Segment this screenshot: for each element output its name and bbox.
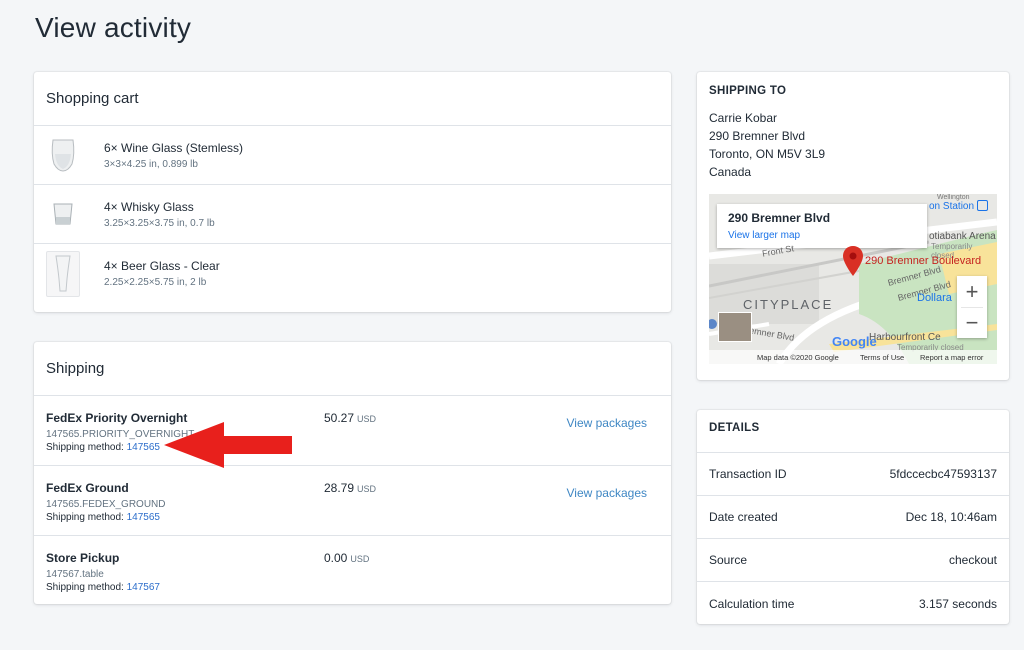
recipient-name: Carrie Kobar: [709, 111, 778, 125]
address-street: 290 Bremner Blvd: [709, 129, 806, 143]
page-title: View activity: [35, 12, 192, 43]
shipping-method-link[interactable]: 147565: [127, 512, 160, 523]
map-label-station: on Station: [929, 201, 975, 212]
detail-label: Source: [709, 553, 748, 567]
location-map[interactable]: 290 Bremner Blvd View larger map on Stat…: [709, 194, 997, 364]
address-country: Canada: [709, 165, 752, 179]
shipping-method-link[interactable]: 147567: [127, 582, 160, 593]
shipping-to-card: SHIPPING TO Carrie Kobar 290 Bremner Blv…: [697, 72, 1009, 380]
cart-item-meta: 3.25×3.25×3.75 in, 0.7 lb: [104, 217, 215, 229]
shipping-price: 50.27 USD: [324, 411, 377, 425]
details-card: DETAILS Transaction ID 5fdccecbc47593137…: [697, 410, 1009, 624]
shipping-price: 0.00 USD: [324, 551, 370, 565]
wine-glass-icon: [46, 132, 80, 178]
map-report-link[interactable]: Report a map error: [920, 353, 983, 362]
street-view-thumbnail[interactable]: [718, 312, 752, 342]
map-label-dollar: Dollara: [917, 292, 952, 304]
map-area-label: CITYPLACE: [743, 297, 834, 312]
cart-item-name: 6× Wine Glass (Stemless): [104, 140, 244, 155]
detail-row-date-created: Date created Dec 18, 10:46am: [697, 496, 1009, 539]
shipping-method: Shipping method: 147567: [46, 582, 160, 593]
cart-item-name: 4× Beer Glass - Clear: [104, 259, 220, 273]
address-city: Toronto, ON M5V 3L9: [709, 147, 826, 161]
map-label-harbour: Harbourfront Ce: [869, 332, 941, 343]
shipping-price: 28.79 USD: [324, 481, 377, 495]
shipping-method: Shipping method: 147565: [46, 442, 160, 453]
shipping-option-code: 147565.FEDEX_GROUND: [46, 499, 166, 510]
map-pin-icon: [843, 246, 863, 281]
cart-item-meta: 3×3×4.25 in, 0.899 lb: [104, 158, 198, 170]
shipping-method: Shipping method: 147565: [46, 512, 160, 523]
shopping-cart-card: Shopping cart 6× Wine Glass (Stemless) 3…: [34, 72, 671, 312]
map-pin-label: 290 Bremner Boulevard: [865, 255, 982, 267]
detail-value: checkout: [948, 553, 997, 567]
map-info-title: 290 Bremner Blvd: [728, 211, 831, 225]
cart-item: 6× Wine Glass (Stemless) 3×3×4.25 in, 0.…: [34, 126, 671, 185]
detail-row-calculation-time: Calculation time 3.157 seconds: [697, 582, 1009, 624]
shipping-option-name: FedEx Ground: [46, 481, 129, 495]
shipping-card: Shipping FedEx Priority Overnight 147565…: [34, 342, 671, 604]
whisky-glass-icon: [46, 191, 80, 237]
view-packages-link[interactable]: View packages: [567, 486, 648, 500]
beer-glass-icon: [46, 250, 80, 297]
cart-item: 4× Beer Glass - Clear 2.25×2.25×5.75 in,…: [34, 244, 671, 303]
detail-value: 5fdccecbc47593137: [889, 467, 997, 481]
detail-label: Transaction ID: [709, 467, 787, 481]
detail-row-transaction-id: Transaction ID 5fdccecbc47593137: [697, 453, 1009, 496]
google-logo: Google: [832, 334, 877, 349]
view-packages-link[interactable]: View packages: [567, 416, 648, 430]
map-footer: Map data ©2020 Google Terms of Use Repor…: [709, 350, 997, 364]
transit-icon: [977, 200, 988, 211]
shipping-method-link[interactable]: 147565: [127, 442, 160, 453]
shopping-cart-title: Shopping cart: [34, 72, 671, 126]
cart-item: 4× Whisky Glass 3.25×3.25×3.75 in, 0.7 l…: [34, 185, 671, 244]
shipping-option-code: 147567.table: [46, 569, 104, 580]
map-data-credit: Map data ©2020 Google: [757, 353, 839, 362]
shipping-option-row: Store Pickup 147567.table Shipping metho…: [34, 536, 671, 604]
map-terms-link[interactable]: Terms of Use: [860, 353, 904, 362]
shipping-title: Shipping: [34, 342, 671, 396]
map-zoom-controls: + −: [957, 276, 987, 338]
shipping-address: Carrie Kobar 290 Bremner Blvd Toronto, O…: [697, 109, 1009, 181]
detail-row-source: Source checkout: [697, 539, 1009, 582]
shipping-option-name: Store Pickup: [46, 551, 120, 565]
cart-item-meta: 2.25×2.25×5.75 in, 2 lb: [104, 277, 207, 288]
zoom-out-button[interactable]: −: [957, 308, 987, 338]
zoom-in-button[interactable]: +: [957, 276, 987, 307]
shipping-option-row: FedEx Ground 147565.FEDEX_GROUND Shippin…: [34, 466, 671, 536]
map-info-card: 290 Bremner Blvd View larger map: [717, 204, 927, 248]
map-label-street-top: Wellington: [937, 194, 970, 201]
view-larger-map-link[interactable]: View larger map: [728, 230, 800, 241]
map-label-arena: otiabank Arena: [929, 231, 996, 242]
detail-value: 3.157 seconds: [918, 596, 997, 611]
shipping-option-row: FedEx Priority Overnight 147565.PRIORITY…: [34, 396, 671, 466]
detail-value: Dec 18, 10:46am: [905, 510, 997, 524]
cart-item-name: 4× Whisky Glass: [104, 199, 194, 214]
detail-label: Date created: [709, 510, 778, 524]
details-title: DETAILS: [697, 410, 1009, 453]
annotation-arrow-icon: [164, 422, 292, 468]
detail-label: Calculation time: [709, 596, 795, 611]
shipping-to-title: SHIPPING TO: [709, 85, 787, 97]
